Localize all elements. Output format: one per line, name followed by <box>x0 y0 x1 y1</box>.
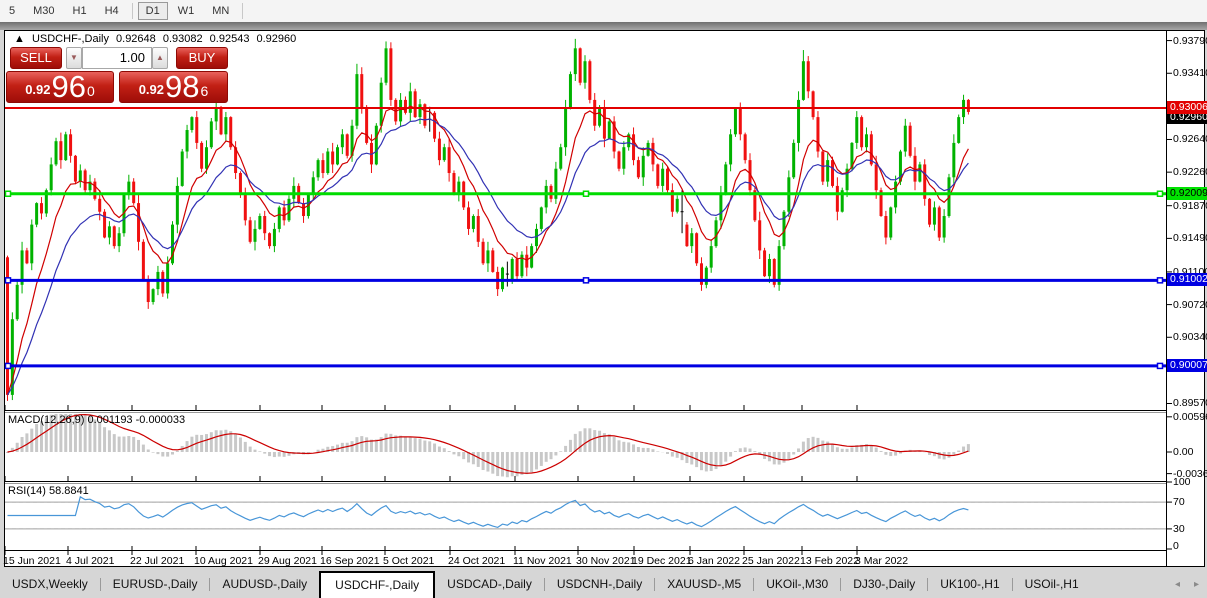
tab-dj30-daily[interactable]: DJ30-,Daily <box>841 573 927 596</box>
date-tick-label: 4 Jul 2021 <box>66 555 114 567</box>
date-tick-label: 22 Jul 2021 <box>130 555 184 567</box>
sell-price-point: 0 <box>87 72 95 110</box>
tab-usoil-h1[interactable]: USOil-,H1 <box>1013 573 1091 596</box>
price-badge-0.93006: 0.93006 <box>1167 101 1207 114</box>
window-title-strip <box>0 22 1207 30</box>
toolbar-separator <box>132 3 133 19</box>
price-tick-label: 0.91490 <box>1173 232 1207 244</box>
price-badge-0.92009: 0.92009 <box>1167 187 1207 200</box>
date-tick-label: 5 Oct 2021 <box>383 555 434 567</box>
date-tick-label: 6 Jan 2022 <box>688 555 740 567</box>
date-tick-label: 19 Dec 2021 <box>632 555 692 567</box>
ohlc-low: 0.92543 <box>210 33 250 45</box>
date-tick-label: 24 Oct 2021 <box>448 555 505 567</box>
price-tick-label: 0.90340 <box>1173 331 1207 343</box>
tab-usdcnh-daily[interactable]: USDCNH-,Daily <box>545 573 654 596</box>
tab-scroll-right-icon[interactable]: ▸ <box>1194 579 1199 590</box>
one-click-trading-widget: SELL ▼ 1.00 ▲ BUY 0.92 96 0 0.92 98 6 <box>6 45 228 103</box>
tab-xauusd-m5[interactable]: XAUUSD-,M5 <box>655 573 753 596</box>
sell-price-base: 0.92 <box>25 79 50 101</box>
sell-price-pips: 96 <box>52 73 86 101</box>
tab-scroll-left-icon[interactable]: ◂ <box>1175 579 1180 590</box>
price-tick-label: 0.92260 <box>1173 166 1207 178</box>
period-button-m30[interactable]: M30 <box>25 2 62 20</box>
collapse-triangle-icon[interactable]: ▲ <box>14 33 25 45</box>
chart-tab-bar: USDX,WeeklyEURUSD-,DailyAUDUSD-,DailyUSD… <box>0 571 1207 598</box>
date-tick-label: 25 Jan 2022 <box>742 555 800 567</box>
timeframe-toolbar: 5M30H1H4 D1W1MN <box>0 0 1207 23</box>
buy-price-pips: 98 <box>165 73 199 101</box>
tab-usdchf-daily[interactable]: USDCHF-,Daily <box>319 571 435 598</box>
buy-price-base: 0.92 <box>139 79 164 101</box>
date-tick-label: 3 Mar 2022 <box>855 555 908 567</box>
buy-price-point: 6 <box>201 72 209 110</box>
volume-increase-button[interactable]: ▲ <box>152 47 168 69</box>
sell-button[interactable]: SELL <box>10 47 62 69</box>
rsi-axis-label: 30 <box>1173 523 1185 535</box>
period-button-5[interactable]: 5 <box>1 2 23 20</box>
price-tick-label: 0.89570 <box>1173 397 1207 409</box>
price-tick-label: 0.93790 <box>1173 35 1207 47</box>
date-tick-label: 13 Feb 2022 <box>800 555 859 567</box>
toolbar-separator <box>242 3 243 19</box>
tab-scroll-arrows: ◂ ▸ <box>1175 579 1199 590</box>
tab-ukoil-m30[interactable]: UKOil-,M30 <box>754 573 840 596</box>
mt4-chart-window: 5M30H1H4 D1W1MN ▲ USDCHF-,Daily 0.92648 0… <box>0 0 1207 598</box>
price-tick-label: 0.93410 <box>1173 67 1207 79</box>
tab-usdcad-daily[interactable]: USDCAD-,Daily <box>435 573 544 596</box>
period-button-d1[interactable]: D1 <box>138 2 168 20</box>
price-badge-0.90007: 0.90007 <box>1167 359 1207 372</box>
tab-uk100-h1[interactable]: UK100-,H1 <box>928 573 1011 596</box>
tab-eurusd-daily[interactable]: EURUSD-,Daily <box>101 573 210 596</box>
price-tick-label: 0.91870 <box>1173 200 1207 212</box>
rsi-axis-label: 0 <box>1173 540 1179 552</box>
symbol-title: USDCHF-,Daily <box>32 33 109 45</box>
date-tick-label: 16 Sep 2021 <box>320 555 380 567</box>
ohlc-open: 0.92648 <box>116 33 156 45</box>
price-tick-label: 0.90720 <box>1173 299 1207 311</box>
volume-decrease-button[interactable]: ▼ <box>66 47 82 69</box>
tab-audusd-daily[interactable]: AUDUSD-,Daily <box>210 573 319 596</box>
ohlc-close: 0.92960 <box>257 33 297 45</box>
price-tick-label: 0.92640 <box>1173 133 1207 145</box>
rsi-axis-label: 70 <box>1173 496 1185 508</box>
macd-indicator-label: MACD(12,26,9) 0.001193 -0.000033 <box>8 414 185 426</box>
rsi-axis-label: 100 <box>1173 476 1191 488</box>
date-tick-label: 29 Aug 2021 <box>258 555 317 567</box>
date-tick-label: 30 Nov 2021 <box>576 555 636 567</box>
period-button-mn[interactable]: MN <box>204 2 237 20</box>
symbol-ohlc-header: ▲ USDCHF-,Daily 0.92648 0.93082 0.92543 … <box>14 33 300 45</box>
buy-button[interactable]: BUY <box>176 47 228 69</box>
period-button-h1[interactable]: H1 <box>65 2 95 20</box>
chart-area[interactable] <box>4 30 1205 567</box>
date-tick-label: 11 Nov 2021 <box>513 555 572 567</box>
sell-price-panel[interactable]: 0.92 96 0 <box>6 71 114 103</box>
ohlc-high: 0.93082 <box>163 33 203 45</box>
period-button-w1[interactable]: W1 <box>170 2 203 20</box>
buy-price-panel[interactable]: 0.92 98 6 <box>119 71 228 103</box>
rsi-indicator-label: RSI(14) 58.8841 <box>8 485 89 497</box>
tab-usdx-weekly[interactable]: USDX,Weekly <box>0 573 100 596</box>
volume-input[interactable]: 1.00 <box>82 47 152 69</box>
price-badge-0.91002: 0.91002 <box>1167 273 1207 286</box>
date-tick-label: 15 Jun 2021 <box>3 555 61 567</box>
macd-axis-label: 0.005963 <box>1173 411 1207 423</box>
period-button-h4[interactable]: H4 <box>97 2 127 20</box>
date-tick-label: 10 Aug 2021 <box>194 555 253 567</box>
macd-axis-label: 0.00 <box>1173 446 1193 458</box>
